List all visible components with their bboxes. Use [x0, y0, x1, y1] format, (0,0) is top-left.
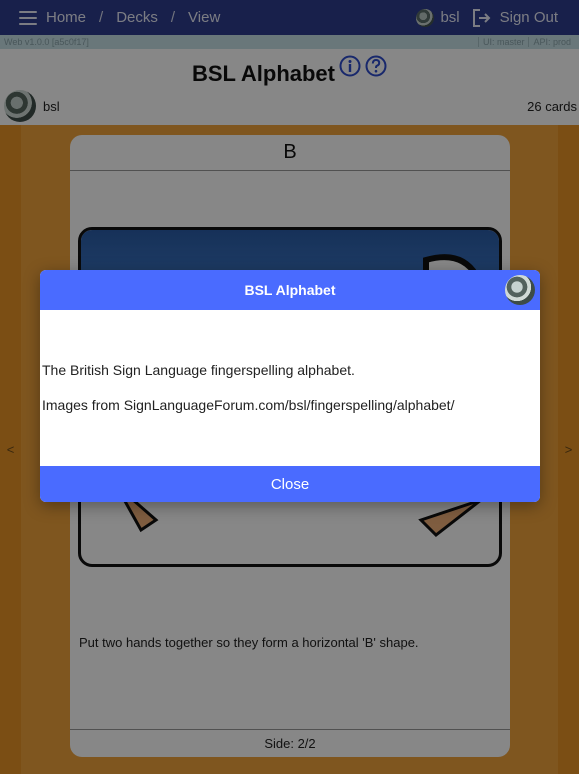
- dialog-title: BSL Alphabet: [244, 282, 336, 298]
- close-button[interactable]: Close: [40, 466, 540, 502]
- dialog-avatar: [505, 275, 535, 305]
- dialog-image-credit: Images from SignLanguageForum.com/bsl/fi…: [42, 397, 455, 413]
- dialog-description: The British Sign Language fingerspelling…: [42, 362, 355, 378]
- dialog-body: The British Sign Language fingerspelling…: [40, 310, 540, 466]
- dialog-header: BSL Alphabet: [40, 270, 540, 310]
- deck-info-dialog: BSL Alphabet The British Sign Language f…: [40, 270, 540, 502]
